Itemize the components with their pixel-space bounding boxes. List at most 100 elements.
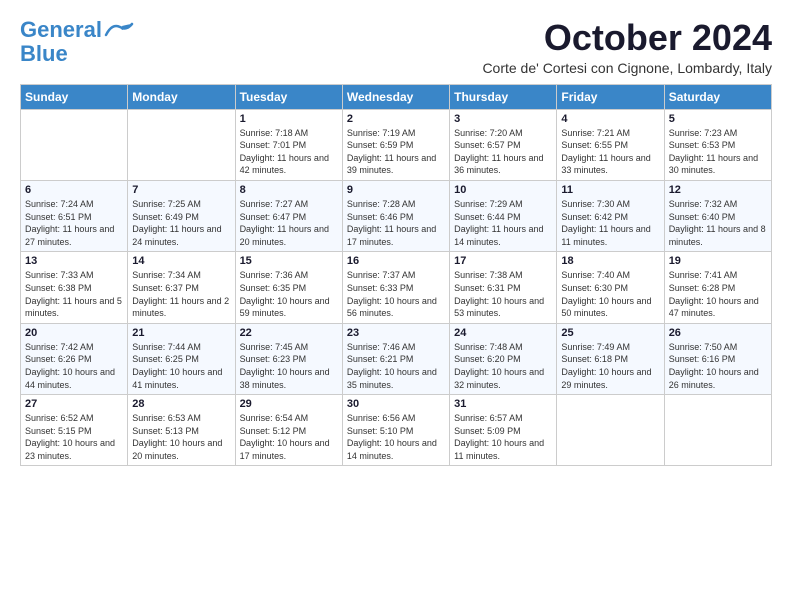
calendar-cell: 10 Sunrise: 7:29 AM Sunset: 6:44 PM Dayli… bbox=[450, 180, 557, 251]
calendar-cell: 27 Sunrise: 6:52 AM Sunset: 5:15 PM Dayli… bbox=[21, 395, 128, 466]
calendar-cell: 26 Sunrise: 7:50 AM Sunset: 6:16 PM Dayli… bbox=[664, 323, 771, 394]
logo-blue: Blue bbox=[20, 41, 68, 66]
calendar-cell: 2Sunrise: 7:19 AM Sunset: 6:59 PM Daylig… bbox=[342, 109, 449, 180]
day-number: 23 bbox=[347, 327, 445, 339]
day-number: 27 bbox=[25, 398, 123, 410]
day-number: 30 bbox=[347, 398, 445, 410]
day-info: Sunrise: 6:54 AM Sunset: 5:12 PM Dayligh… bbox=[240, 412, 338, 462]
header: General Blue October 2024 Corte de' Cort… bbox=[20, 18, 772, 76]
calendar-cell: 15 Sunrise: 7:36 AM Sunset: 6:35 PM Dayli… bbox=[235, 252, 342, 323]
calendar-cell: 30Sunrise: 6:56 AM Sunset: 5:10 PM Dayli… bbox=[342, 395, 449, 466]
calendar-table: SundayMondayTuesdayWednesdayThursdayFrid… bbox=[20, 84, 772, 467]
day-number: 5 bbox=[669, 113, 767, 125]
day-info: Sunrise: 7:37 AM Sunset: 6:33 PM Dayligh… bbox=[347, 269, 445, 319]
calendar-cell: 8 Sunrise: 7:27 AM Sunset: 6:47 PM Daylig… bbox=[235, 180, 342, 251]
day-info: Sunrise: 7:33 AM Sunset: 6:38 PM Dayligh… bbox=[25, 269, 123, 319]
day-number: 16 bbox=[347, 255, 445, 267]
calendar-cell: 5 Sunrise: 7:23 AM Sunset: 6:53 PM Daylig… bbox=[664, 109, 771, 180]
day-number: 15 bbox=[240, 255, 338, 267]
day-number: 24 bbox=[454, 327, 552, 339]
calendar-cell: 17 Sunrise: 7:38 AM Sunset: 6:31 PM Dayli… bbox=[450, 252, 557, 323]
logo-bird-icon bbox=[104, 21, 134, 39]
calendar-cell bbox=[664, 395, 771, 466]
day-number: 10 bbox=[454, 184, 552, 196]
day-number: 18 bbox=[561, 255, 659, 267]
calendar-cell: 29 Sunrise: 6:54 AM Sunset: 5:12 PM Dayli… bbox=[235, 395, 342, 466]
day-number: 25 bbox=[561, 327, 659, 339]
day-number: 3 bbox=[454, 113, 552, 125]
day-number: 1 bbox=[240, 113, 338, 125]
title-block: October 2024 Corte de' Cortesi con Cigno… bbox=[482, 18, 772, 76]
calendar-week-4: 20Sunrise: 7:42 AM Sunset: 6:26 PM Dayli… bbox=[21, 323, 772, 394]
day-number: 17 bbox=[454, 255, 552, 267]
calendar-cell: 6 Sunrise: 7:24 AM Sunset: 6:51 PM Daylig… bbox=[21, 180, 128, 251]
day-info: Sunrise: 7:18 AM Sunset: 7:01 PM Dayligh… bbox=[240, 127, 338, 177]
calendar-cell bbox=[128, 109, 235, 180]
day-info: Sunrise: 7:29 AM Sunset: 6:44 PM Dayligh… bbox=[454, 198, 552, 248]
day-info: Sunrise: 7:27 AM Sunset: 6:47 PM Dayligh… bbox=[240, 198, 338, 248]
calendar-cell: 13 Sunrise: 7:33 AM Sunset: 6:38 PM Dayli… bbox=[21, 252, 128, 323]
col-header-sunday: Sunday bbox=[21, 84, 128, 109]
day-number: 29 bbox=[240, 398, 338, 410]
calendar-cell: 21Sunrise: 7:44 AM Sunset: 6:25 PM Dayli… bbox=[128, 323, 235, 394]
logo-general: General bbox=[20, 17, 102, 42]
calendar-cell: 28Sunrise: 6:53 AM Sunset: 5:13 PM Dayli… bbox=[128, 395, 235, 466]
page: General Blue October 2024 Corte de' Cort… bbox=[0, 0, 792, 480]
day-info: Sunrise: 7:24 AM Sunset: 6:51 PM Dayligh… bbox=[25, 198, 123, 248]
day-info: Sunrise: 6:52 AM Sunset: 5:15 PM Dayligh… bbox=[25, 412, 123, 462]
calendar-cell: 25Sunrise: 7:49 AM Sunset: 6:18 PM Dayli… bbox=[557, 323, 664, 394]
calendar-cell bbox=[21, 109, 128, 180]
day-info: Sunrise: 7:25 AM Sunset: 6:49 PM Dayligh… bbox=[132, 198, 230, 248]
col-header-monday: Monday bbox=[128, 84, 235, 109]
calendar-week-1: 1 Sunrise: 7:18 AM Sunset: 7:01 PM Daylig… bbox=[21, 109, 772, 180]
month-title: October 2024 bbox=[482, 18, 772, 58]
day-info: Sunrise: 7:40 AM Sunset: 6:30 PM Dayligh… bbox=[561, 269, 659, 319]
calendar-week-2: 6 Sunrise: 7:24 AM Sunset: 6:51 PM Daylig… bbox=[21, 180, 772, 251]
day-info: Sunrise: 6:57 AM Sunset: 5:09 PM Dayligh… bbox=[454, 412, 552, 462]
calendar-cell: 24 Sunrise: 7:48 AM Sunset: 6:20 PM Dayli… bbox=[450, 323, 557, 394]
day-number: 9 bbox=[347, 184, 445, 196]
calendar-cell: 16 Sunrise: 7:37 AM Sunset: 6:33 PM Dayli… bbox=[342, 252, 449, 323]
day-number: 26 bbox=[669, 327, 767, 339]
day-info: Sunrise: 7:21 AM Sunset: 6:55 PM Dayligh… bbox=[561, 127, 659, 177]
day-number: 14 bbox=[132, 255, 230, 267]
col-header-saturday: Saturday bbox=[664, 84, 771, 109]
calendar-week-3: 13 Sunrise: 7:33 AM Sunset: 6:38 PM Dayli… bbox=[21, 252, 772, 323]
day-info: Sunrise: 7:23 AM Sunset: 6:53 PM Dayligh… bbox=[669, 127, 767, 177]
calendar-cell: 22Sunrise: 7:45 AM Sunset: 6:23 PM Dayli… bbox=[235, 323, 342, 394]
calendar-cell: 1 Sunrise: 7:18 AM Sunset: 7:01 PM Daylig… bbox=[235, 109, 342, 180]
calendar-cell: 9 Sunrise: 7:28 AM Sunset: 6:46 PM Daylig… bbox=[342, 180, 449, 251]
col-header-thursday: Thursday bbox=[450, 84, 557, 109]
day-info: Sunrise: 7:36 AM Sunset: 6:35 PM Dayligh… bbox=[240, 269, 338, 319]
day-info: Sunrise: 7:45 AM Sunset: 6:23 PM Dayligh… bbox=[240, 341, 338, 391]
day-number: 31 bbox=[454, 398, 552, 410]
day-info: Sunrise: 7:48 AM Sunset: 6:20 PM Dayligh… bbox=[454, 341, 552, 391]
calendar-cell: 20Sunrise: 7:42 AM Sunset: 6:26 PM Dayli… bbox=[21, 323, 128, 394]
day-number: 7 bbox=[132, 184, 230, 196]
calendar-cell: 3Sunrise: 7:20 AM Sunset: 6:57 PM Daylig… bbox=[450, 109, 557, 180]
day-info: Sunrise: 7:50 AM Sunset: 6:16 PM Dayligh… bbox=[669, 341, 767, 391]
col-header-wednesday: Wednesday bbox=[342, 84, 449, 109]
calendar-cell: 4Sunrise: 7:21 AM Sunset: 6:55 PM Daylig… bbox=[557, 109, 664, 180]
day-info: Sunrise: 7:34 AM Sunset: 6:37 PM Dayligh… bbox=[132, 269, 230, 319]
day-info: Sunrise: 7:28 AM Sunset: 6:46 PM Dayligh… bbox=[347, 198, 445, 248]
day-number: 21 bbox=[132, 327, 230, 339]
day-number: 6 bbox=[25, 184, 123, 196]
day-number: 8 bbox=[240, 184, 338, 196]
logo: General Blue bbox=[20, 18, 134, 66]
location-title: Corte de' Cortesi con Cignone, Lombardy,… bbox=[482, 60, 772, 76]
day-number: 19 bbox=[669, 255, 767, 267]
day-number: 12 bbox=[669, 184, 767, 196]
day-number: 20 bbox=[25, 327, 123, 339]
day-info: Sunrise: 7:38 AM Sunset: 6:31 PM Dayligh… bbox=[454, 269, 552, 319]
calendar-cell: 18 Sunrise: 7:40 AM Sunset: 6:30 PM Dayli… bbox=[557, 252, 664, 323]
day-info: Sunrise: 7:41 AM Sunset: 6:28 PM Dayligh… bbox=[669, 269, 767, 319]
calendar-cell: 12Sunrise: 7:32 AM Sunset: 6:40 PM Dayli… bbox=[664, 180, 771, 251]
calendar-cell: 14 Sunrise: 7:34 AM Sunset: 6:37 PM Dayli… bbox=[128, 252, 235, 323]
col-header-tuesday: Tuesday bbox=[235, 84, 342, 109]
day-info: Sunrise: 7:46 AM Sunset: 6:21 PM Dayligh… bbox=[347, 341, 445, 391]
calendar-cell bbox=[557, 395, 664, 466]
day-info: Sunrise: 6:53 AM Sunset: 5:13 PM Dayligh… bbox=[132, 412, 230, 462]
day-info: Sunrise: 7:19 AM Sunset: 6:59 PM Dayligh… bbox=[347, 127, 445, 177]
day-number: 13 bbox=[25, 255, 123, 267]
